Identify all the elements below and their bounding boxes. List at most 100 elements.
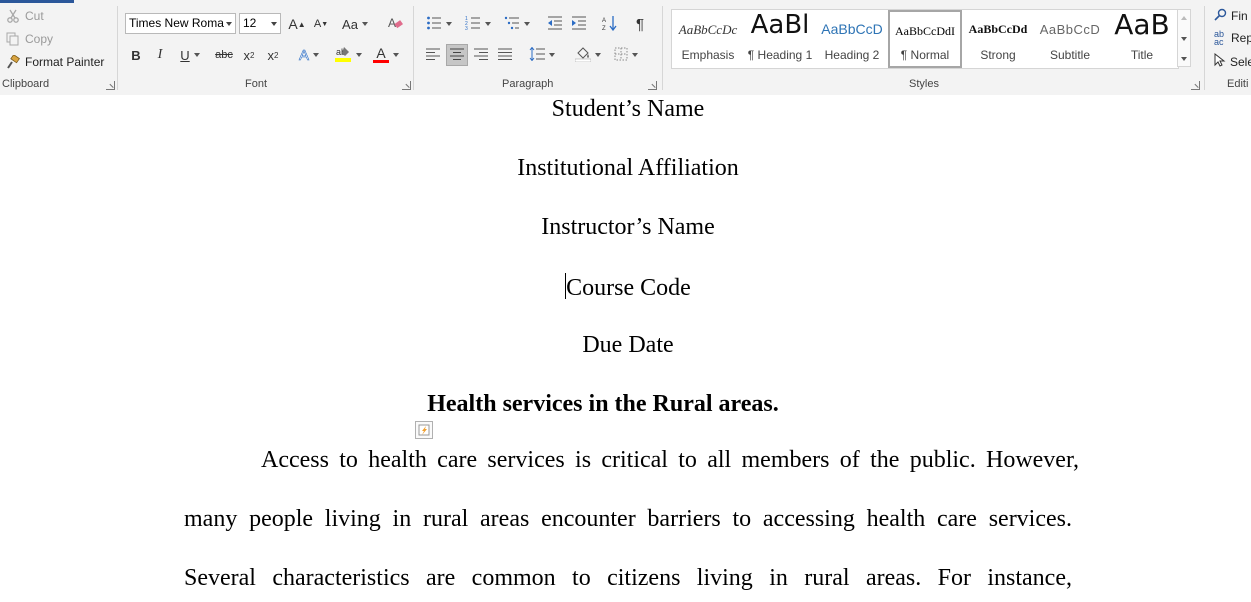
paragraph-line-2[interactable]: many people living in rural areas encoun… <box>184 506 1072 533</box>
clipboard-dialog-launcher[interactable] <box>106 81 115 90</box>
borders-button[interactable] <box>610 44 642 66</box>
styles-group-label: Styles <box>909 78 939 90</box>
font-color-letter: A <box>376 45 386 61</box>
grow-font-button[interactable]: A ▲ <box>287 13 307 35</box>
paragraph-group-label: Paragraph <box>502 78 554 90</box>
style-name: Title <box>1130 48 1154 62</box>
copy-label: Copy <box>25 32 54 46</box>
bold-button[interactable]: B <box>128 44 144 66</box>
borders-icon <box>614 47 628 64</box>
shading-button[interactable] <box>572 44 604 66</box>
style-heading-2[interactable]: AaBbCcD Heading 2 <box>816 10 888 68</box>
style-normal[interactable]: AaBbCcDdI ¶ Normal <box>888 10 962 68</box>
font-size-combo[interactable]: 12 <box>239 13 281 34</box>
highlighter-icon: ab <box>334 45 352 66</box>
italic-button[interactable]: I <box>152 44 168 66</box>
multilevel-list-button[interactable] <box>500 13 534 35</box>
font-dialog-launcher[interactable] <box>402 81 411 90</box>
style-sample: AaBbCcDd <box>968 22 1028 36</box>
chevron-down-icon <box>226 22 232 26</box>
change-case-button[interactable]: Aa <box>340 13 370 35</box>
strikethrough-button[interactable]: abc <box>213 44 235 66</box>
find-label: Fin <box>1231 9 1248 23</box>
strikethrough-icon: abc <box>215 49 233 61</box>
style-emphasis[interactable]: AaBbCcDc Emphasis <box>672 10 744 68</box>
paragraph-line-3[interactable]: Several characteristics are common to ci… <box>184 565 1072 592</box>
align-center-icon <box>450 48 464 63</box>
svg-text:A: A <box>388 16 396 30</box>
ribbon: Cut Copy Format Painter Clipboard Times … <box>0 0 1251 96</box>
shrink-font-button[interactable]: A ▼ <box>311 13 331 35</box>
course-code-line[interactable]: Course Code <box>0 273 1251 302</box>
chevron-down-icon <box>485 22 491 26</box>
autocorrect-options-icon[interactable] <box>415 421 433 439</box>
scroll-up-icon[interactable] <box>1181 16 1187 20</box>
line-spacing-button[interactable] <box>526 44 558 66</box>
chevron-down-icon <box>524 22 530 26</box>
document-page[interactable]: Student’s Name Institutional Affiliation… <box>0 95 1251 602</box>
style-name: Heading 2 <box>824 48 880 62</box>
text-highlight-button[interactable]: ab <box>331 44 365 66</box>
format-painter-button[interactable]: Format Painter <box>6 52 104 72</box>
style-heading-1[interactable]: AaBl ¶ Heading 1 <box>744 10 816 68</box>
select-button[interactable]: Sele <box>1214 52 1251 70</box>
group-separator <box>662 6 663 90</box>
styles-dialog-launcher[interactable] <box>1191 81 1200 90</box>
style-sample: AaBbCcD <box>1039 22 1101 37</box>
cut-button[interactable]: Cut <box>6 6 44 26</box>
paragraph-dialog-launcher[interactable] <box>648 81 657 90</box>
justify-button[interactable] <box>494 44 516 66</box>
group-separator <box>1204 6 1205 90</box>
style-sample: AaBbCcD <box>821 21 883 37</box>
increase-indent-button[interactable] <box>569 13 589 35</box>
gallery-more-icon[interactable] <box>1181 57 1187 61</box>
clear-formatting-button[interactable]: A <box>385 13 405 35</box>
svg-text:A: A <box>602 18 606 24</box>
style-name: Subtitle <box>1049 48 1091 62</box>
font-color-button[interactable]: A <box>369 44 403 66</box>
style-strong[interactable]: AaBbCcDd Strong <box>962 10 1034 68</box>
increase-indent-icon <box>571 15 587 34</box>
scissors-icon <box>6 9 20 23</box>
replace-button[interactable]: ab ac Rep <box>1214 30 1251 47</box>
subscript-button[interactable]: x2 <box>240 44 258 66</box>
copy-button[interactable]: Copy <box>6 29 53 49</box>
bullets-button[interactable] <box>422 13 456 35</box>
course-code-text: Course Code <box>566 275 691 301</box>
style-title[interactable]: AaB Title <box>1106 8 1178 68</box>
numbering-button[interactable]: 123 <box>461 13 495 35</box>
active-tab-indicator <box>0 0 74 3</box>
replace-label: Rep <box>1231 31 1251 45</box>
align-center-button[interactable] <box>446 44 468 66</box>
chevron-down-icon <box>446 22 452 26</box>
sort-button[interactable]: AZ <box>600 13 620 35</box>
style-subtitle[interactable]: AaBbCcD Subtitle <box>1034 10 1106 68</box>
styles-gallery-scroll[interactable] <box>1177 9 1191 67</box>
due-date-line[interactable]: Due Date <box>0 332 1251 359</box>
align-right-button[interactable] <box>470 44 492 66</box>
bullets-icon <box>426 15 442 34</box>
text-effects-icon: A <box>298 46 310 64</box>
numbering-icon: 123 <box>465 15 481 34</box>
show-formatting-marks-button[interactable]: ¶ <box>630 13 650 35</box>
font-size-value: 12 <box>243 16 257 30</box>
change-case-icon: Aa <box>342 16 358 32</box>
decrease-indent-button[interactable] <box>545 13 565 35</box>
students-name-line[interactable]: Student’s Name <box>0 96 1251 123</box>
underline-icon: U <box>180 47 190 63</box>
paragraph-line-1[interactable]: Access to health care services is critic… <box>184 447 1079 474</box>
align-left-icon <box>426 48 440 63</box>
underline-button[interactable]: U <box>176 44 204 66</box>
styles-gallery: AaBbCcDc Emphasis AaBl ¶ Heading 1 AaBbC… <box>671 8 1179 69</box>
institutional-affiliation-line[interactable]: Institutional Affiliation <box>0 155 1251 182</box>
find-button[interactable]: Fin <box>1214 8 1248 24</box>
superscript-button[interactable]: x2 <box>264 44 282 66</box>
font-family-combo[interactable]: Times New Roma <box>125 13 236 34</box>
scroll-down-icon[interactable] <box>1181 37 1187 41</box>
document-title[interactable]: Health services in the Rural areas. <box>0 391 1206 418</box>
decrease-indent-icon <box>547 15 563 34</box>
instructors-name-line[interactable]: Instructor’s Name <box>0 214 1251 241</box>
align-left-button[interactable] <box>422 44 444 66</box>
sort-icon: AZ <box>602 15 618 34</box>
text-effects-button[interactable]: A <box>294 44 324 66</box>
